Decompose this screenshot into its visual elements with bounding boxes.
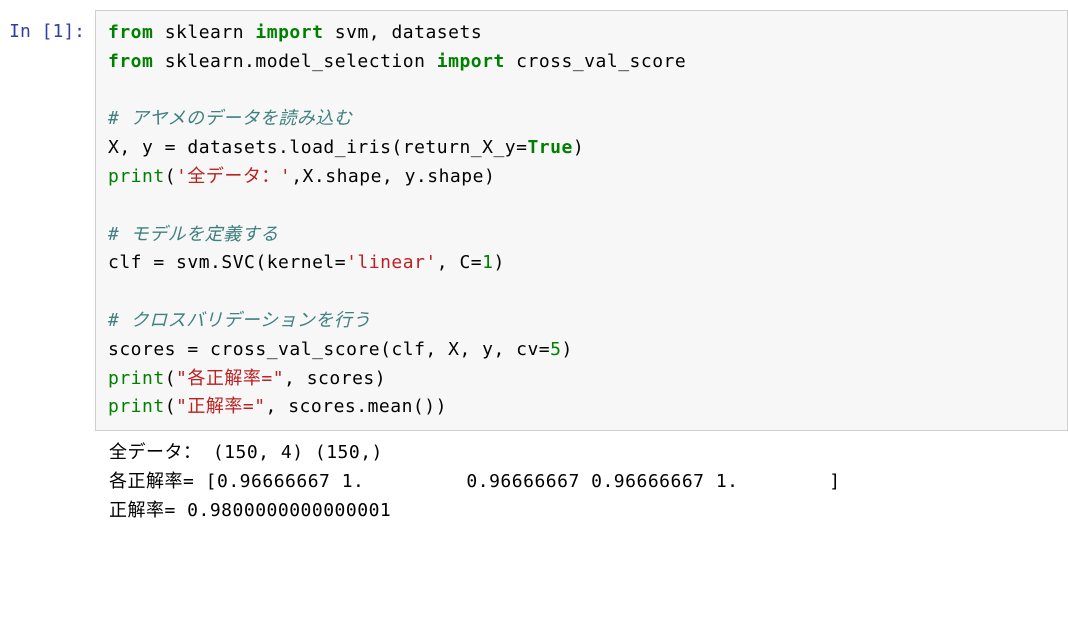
code-line: # モデルを定義する bbox=[108, 221, 1055, 250]
code-token: True bbox=[527, 137, 572, 158]
code-token: scores = cross_val_score(clf, X, y, cv= bbox=[108, 339, 550, 360]
code-line: scores = cross_val_score(clf, X, y, cv=5… bbox=[108, 336, 1055, 365]
code-line: from sklearn.model_selection import cros… bbox=[108, 48, 1055, 77]
code-token: 'linear' bbox=[346, 252, 437, 273]
code-token: from bbox=[108, 51, 153, 72]
code-line: # アヤメのデータを読み込む bbox=[108, 105, 1055, 134]
code-line: print("各正解率=", scores) bbox=[108, 365, 1055, 394]
code-token: print bbox=[108, 368, 165, 389]
code-token: ( bbox=[165, 166, 176, 187]
code-token: ) bbox=[493, 252, 504, 273]
code-token: ,X.shape, y.shape) bbox=[291, 166, 495, 187]
code-token: print bbox=[108, 166, 165, 187]
code-token: 1 bbox=[482, 252, 493, 273]
code-token: ( bbox=[165, 368, 176, 389]
code-line: # クロスバリデーションを行う bbox=[108, 307, 1055, 336]
code-token: svm, datasets bbox=[323, 22, 482, 43]
code-token: X, y = datasets.load_iris(return_X_y= bbox=[108, 137, 527, 158]
code-line: from sklearn import svm, datasets bbox=[108, 19, 1055, 48]
code-token: # クロスバリデーションを行う bbox=[108, 310, 371, 331]
code-line bbox=[108, 77, 1055, 106]
code-token: print bbox=[108, 396, 165, 417]
code-token: # アヤメのデータを読み込む bbox=[108, 108, 352, 129]
code-area[interactable]: from sklearn import svm, datasetsfrom sk… bbox=[95, 10, 1068, 431]
output-line: 全データ： (150, 4) (150,) bbox=[109, 439, 1056, 468]
code-token: import bbox=[255, 22, 323, 43]
output-area: 全データ： (150, 4) (150,)各正解率= [0.96666667 1… bbox=[95, 431, 1068, 533]
code-line: print("正解率=", scores.mean()) bbox=[108, 393, 1055, 422]
code-token: ) bbox=[573, 137, 584, 158]
output-line: 正解率= 0.9800000000000001 bbox=[109, 497, 1056, 526]
code-line: X, y = datasets.load_iris(return_X_y=Tru… bbox=[108, 134, 1055, 163]
code-token: "正解率=" bbox=[176, 396, 266, 417]
code-line: clf = svm.SVC(kernel='linear', C=1) bbox=[108, 249, 1055, 278]
code-token: , scores.mean()) bbox=[266, 396, 447, 417]
output-cell: 全データ： (150, 4) (150,)各正解率= [0.96666667 1… bbox=[0, 431, 1068, 533]
code-token: import bbox=[437, 51, 505, 72]
code-token: ( bbox=[165, 396, 176, 417]
code-line: print('全データ：',X.shape, y.shape) bbox=[108, 163, 1055, 192]
code-token: ) bbox=[561, 339, 572, 360]
code-token: sklearn bbox=[153, 22, 255, 43]
output-line: 各正解率= [0.96666667 1. 0.96666667 0.966666… bbox=[109, 468, 1056, 497]
code-token: cross_val_score bbox=[505, 51, 686, 72]
code-token: , C= bbox=[437, 252, 482, 273]
code-token: sklearn.model_selection bbox=[153, 51, 436, 72]
input-cell: In [1]: from sklearn import svm, dataset… bbox=[0, 10, 1068, 431]
code-token: 5 bbox=[550, 339, 561, 360]
code-line bbox=[108, 192, 1055, 221]
code-line bbox=[108, 278, 1055, 307]
input-prompt: In [1]: bbox=[0, 10, 95, 47]
code-token: , scores) bbox=[284, 368, 386, 389]
code-token: clf = svm.SVC(kernel= bbox=[108, 252, 346, 273]
code-token: "各正解率=" bbox=[176, 368, 284, 389]
code-token: from bbox=[108, 22, 153, 43]
code-token: '全データ：' bbox=[176, 166, 291, 187]
code-token: # モデルを定義する bbox=[108, 224, 279, 245]
